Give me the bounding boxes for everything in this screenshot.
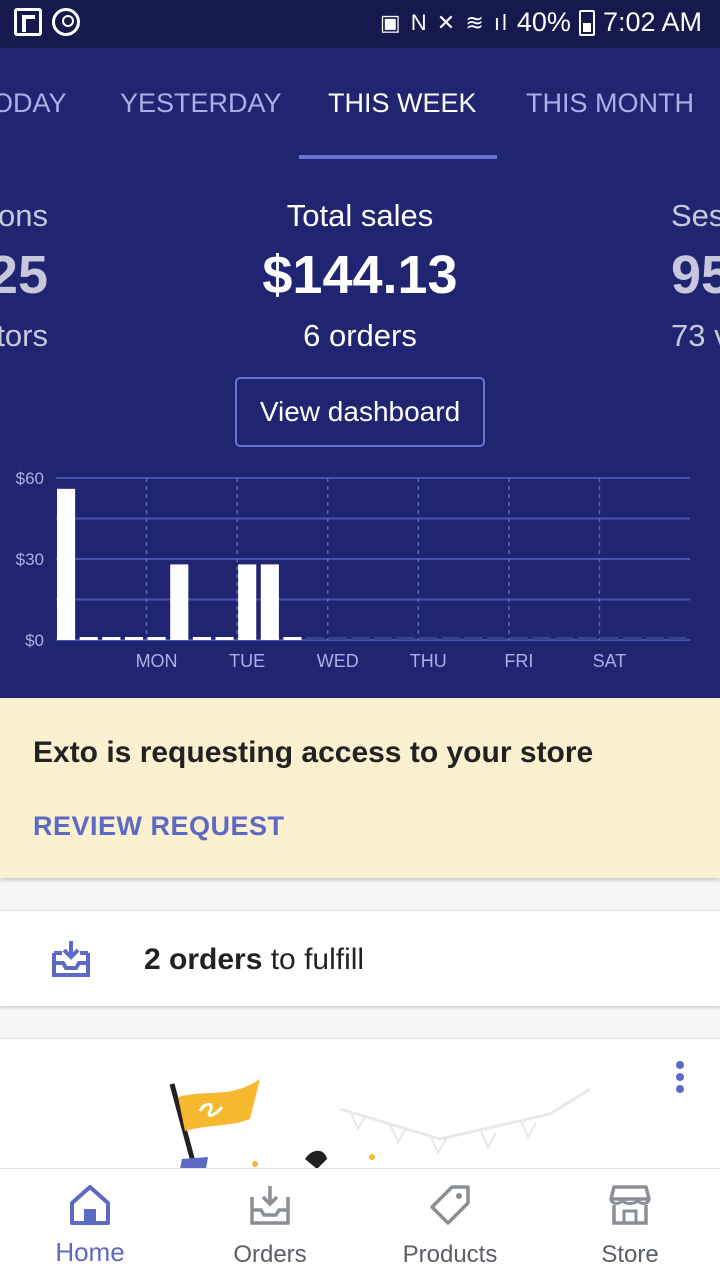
- access-request-banner: Exto is requesting access to your store …: [0, 698, 720, 878]
- flipboard-notification-icon: [14, 8, 42, 36]
- orders-to-fulfill-text: 2 orders to fulfill: [144, 943, 364, 977]
- chart-y-tick-label: $0: [25, 631, 44, 650]
- metric-label: Sessions: [671, 198, 720, 233]
- store-icon: [609, 1185, 651, 1225]
- bottom-navigation: Home Orders Products Store: [0, 1168, 720, 1280]
- chart-bar: [668, 637, 687, 640]
- account-notification-icon: [52, 8, 80, 36]
- metric-label: Sessions: [0, 198, 48, 233]
- nav-label: Store: [601, 1241, 659, 1268]
- tab-today[interactable]: TODAY: [0, 88, 67, 119]
- chart-x-tick-label: WED: [317, 651, 359, 671]
- chart-bar: [102, 637, 121, 640]
- clock: 7:02 AM: [602, 7, 702, 37]
- tab-this-month[interactable]: THIS MONTH: [526, 88, 694, 119]
- chart-bar: [124, 637, 144, 640]
- nav-store[interactable]: Store: [540, 1169, 720, 1280]
- metric-value: $144.13: [262, 245, 458, 305]
- review-request-link[interactable]: REVIEW REQUEST: [33, 811, 285, 842]
- sales-overview: TODAY YESTERDAY THIS WEEK THIS MONTH Ses…: [0, 48, 720, 698]
- chart-bar: [57, 488, 76, 640]
- chart-bar: [170, 564, 189, 640]
- chart-bar: [555, 637, 574, 640]
- chart-bar: [509, 637, 528, 640]
- sales-bar-chart: $0 $30 $60 MON TUE WED THU FRI SAT: [16, 469, 690, 671]
- orders-count: 2 orders: [144, 943, 263, 976]
- metric-card-total-sales[interactable]: Total sales $144.13 6 orders: [220, 198, 500, 354]
- active-tab-indicator: [299, 155, 497, 159]
- chart-bar: [374, 637, 393, 640]
- chart-bar: [396, 637, 415, 640]
- banner-title: Exto is requesting access to your store: [33, 736, 594, 769]
- inbox-download-icon: [52, 941, 90, 977]
- chart-bar: [487, 637, 506, 640]
- metric-sub: 6 orders: [303, 318, 417, 353]
- home-icon: [70, 1185, 110, 1225]
- chart-y-tick-label: $60: [16, 469, 44, 488]
- metric-sub: visitors: [0, 318, 48, 353]
- chart-bar: [600, 637, 619, 640]
- more-options-icon[interactable]: [668, 1061, 692, 1097]
- chart-bar: [623, 637, 642, 640]
- chart-x-tick-label: MON: [136, 651, 178, 671]
- nav-label: Products: [402, 1241, 498, 1268]
- chart-bar: [238, 564, 257, 640]
- tag-icon: [430, 1185, 470, 1225]
- orders-to-fulfill-card[interactable]: 2 orders to fulfill: [0, 910, 720, 1006]
- chart-x-tick-label: SAT: [593, 651, 627, 671]
- nav-label: Home: [55, 1237, 125, 1267]
- chart-bar: [441, 637, 461, 640]
- chart-bar: [577, 637, 596, 640]
- chart-bar: [464, 637, 483, 640]
- nav-products[interactable]: Products: [360, 1169, 540, 1280]
- celebration-illustration: [169, 1079, 591, 1169]
- chart-bar: [260, 564, 279, 640]
- chart-bar: [215, 637, 234, 640]
- nav-home[interactable]: Home: [0, 1169, 180, 1280]
- chart-y-tick-label: $30: [16, 550, 44, 569]
- orders-rest: to fulfill: [262, 943, 365, 976]
- nav-label: Orders: [233, 1241, 307, 1268]
- metric-value: 95: [671, 245, 720, 305]
- metric-label: Total sales: [286, 198, 434, 233]
- chart-bar: [645, 637, 664, 640]
- metric-value: 125: [0, 245, 48, 305]
- nav-orders[interactable]: Orders: [180, 1169, 360, 1280]
- orders-icon: [250, 1186, 290, 1225]
- battery-percent: 40%: [516, 7, 571, 37]
- chart-bar: [79, 637, 98, 640]
- chart-x-tick-label: TUE: [229, 651, 265, 671]
- battery-icon: [578, 9, 595, 36]
- chart-bar: [532, 637, 551, 640]
- chart-x-tick-label: THU: [410, 651, 447, 671]
- metric-card-right[interactable]: Sessions 95 73 visitors: [671, 198, 720, 354]
- chart-bar: [192, 637, 211, 640]
- chart-bar: [351, 637, 370, 640]
- metric-card-left[interactable]: Sessions 125 visitors: [0, 198, 48, 354]
- chart-x-tick-label: FRI: [504, 651, 533, 671]
- tab-this-week[interactable]: THIS WEEK: [328, 88, 477, 119]
- chart-bar: [328, 637, 347, 640]
- chart-bar: [419, 637, 438, 640]
- metric-sub: 73 visitors: [671, 318, 720, 353]
- chart-bar: [283, 637, 302, 640]
- chart-bar: [306, 637, 325, 640]
- chart-bar: [147, 637, 166, 640]
- status-bar: ▣ N ✕ ≋ ıl 40% 7:02 AM: [0, 0, 720, 48]
- view-dashboard-button[interactable]: View dashboard: [235, 377, 485, 447]
- system-icons: ▣ N ✕ ≋ ıl: [379, 9, 509, 35]
- tab-yesterday[interactable]: YESTERDAY: [120, 88, 282, 119]
